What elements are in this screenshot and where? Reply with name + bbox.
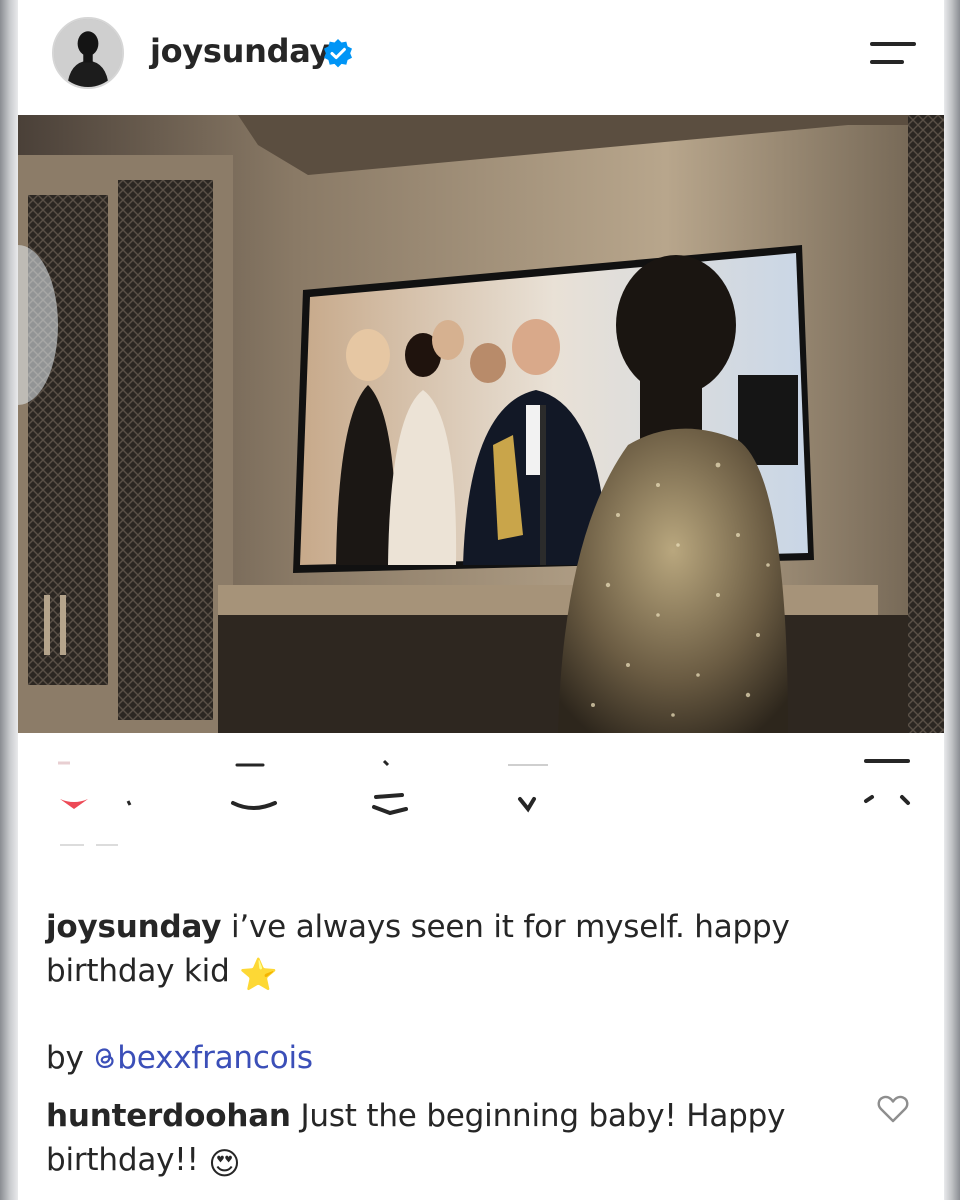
action-bar [18, 733, 944, 848]
repost-icon[interactable] [368, 757, 428, 821]
comment-username[interactable]: hunterdoohan [46, 1098, 291, 1134]
avatar[interactable] [52, 17, 124, 89]
post-photo[interactable] [18, 115, 944, 733]
byline-link[interactable]: bexxfrancois [93, 1040, 313, 1076]
post-image [18, 115, 944, 733]
byline-prefix: by [46, 1040, 84, 1076]
threads-icon [96, 1048, 114, 1069]
verified-badge-icon [324, 39, 352, 68]
caption-username[interactable]: joysunday [46, 909, 221, 945]
byline: by bexxfrancois [46, 1040, 313, 1076]
byline-handle[interactable]: bexxfrancois [117, 1040, 313, 1076]
avatar-photo [54, 19, 122, 87]
share-icon[interactable] [498, 759, 568, 819]
like-heart-icon[interactable] [52, 761, 142, 851]
post-header: joysunday [18, 0, 944, 115]
comment-icon[interactable] [223, 759, 293, 819]
post-caption: joysunday i’ve always seen it for myself… [46, 905, 906, 997]
menu-icon[interactable] [868, 38, 918, 70]
comment-row: hunterdoohan Just the beginning baby! Ha… [46, 1094, 826, 1186]
comment-like-heart-outline-icon[interactable] [876, 1093, 910, 1125]
heart-eyes-emoji: 😍 [208, 1146, 241, 1182]
post-username[interactable]: joysunday [150, 32, 330, 70]
star-emoji: ⭐ [239, 957, 278, 993]
post-card: joysunday joysunday i’ve always seen it … [18, 0, 944, 1200]
save-bookmark-icon[interactable] [858, 757, 918, 817]
